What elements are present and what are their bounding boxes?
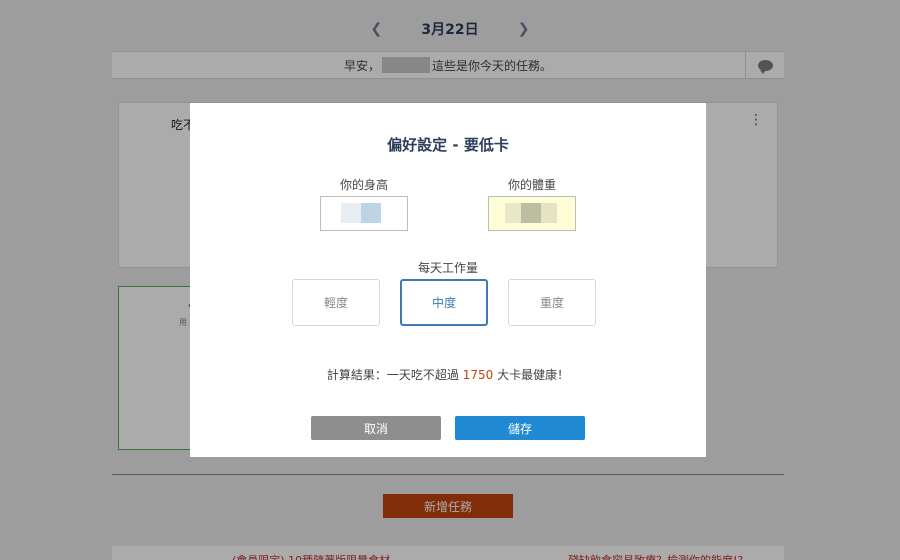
activity-label: 每天工作量 bbox=[417, 261, 478, 275]
activity-option-heavy[interactable]: 重度 bbox=[508, 279, 596, 326]
weight-value-redacted-3 bbox=[541, 203, 557, 223]
height-label: 你的身高 bbox=[339, 178, 388, 192]
height-input[interactable] bbox=[320, 196, 408, 231]
weight-value-redacted-2 bbox=[521, 203, 541, 223]
result-suffix: 大卡最健康！ bbox=[493, 368, 570, 382]
result-value: 1750 bbox=[462, 368, 494, 382]
calorie-result: 計算結果：一天吃不超過 1750 大卡最健康！ bbox=[190, 366, 706, 383]
modal-title: 偏好設定 - 要低卡 bbox=[387, 136, 509, 154]
weight-value-redacted bbox=[505, 203, 521, 223]
activity-option-medium[interactable]: 中度 bbox=[400, 279, 488, 326]
weight-input[interactable] bbox=[488, 196, 576, 231]
cancel-button[interactable]: 取消 bbox=[311, 416, 441, 440]
save-button[interactable]: 儲存 bbox=[455, 416, 585, 440]
height-value-redacted bbox=[341, 203, 361, 223]
preferences-modal: 偏好設定 - 要低卡 你的身高 你的體重 每天工作量 輕度 中度 重度 計算結果… bbox=[190, 103, 706, 457]
activity-option-light[interactable]: 輕度 bbox=[292, 279, 380, 326]
weight-label: 你的體重 bbox=[507, 178, 556, 192]
result-prefix: 計算結果：一天吃不超過 bbox=[326, 368, 463, 382]
height-value-redacted-2 bbox=[361, 203, 381, 223]
